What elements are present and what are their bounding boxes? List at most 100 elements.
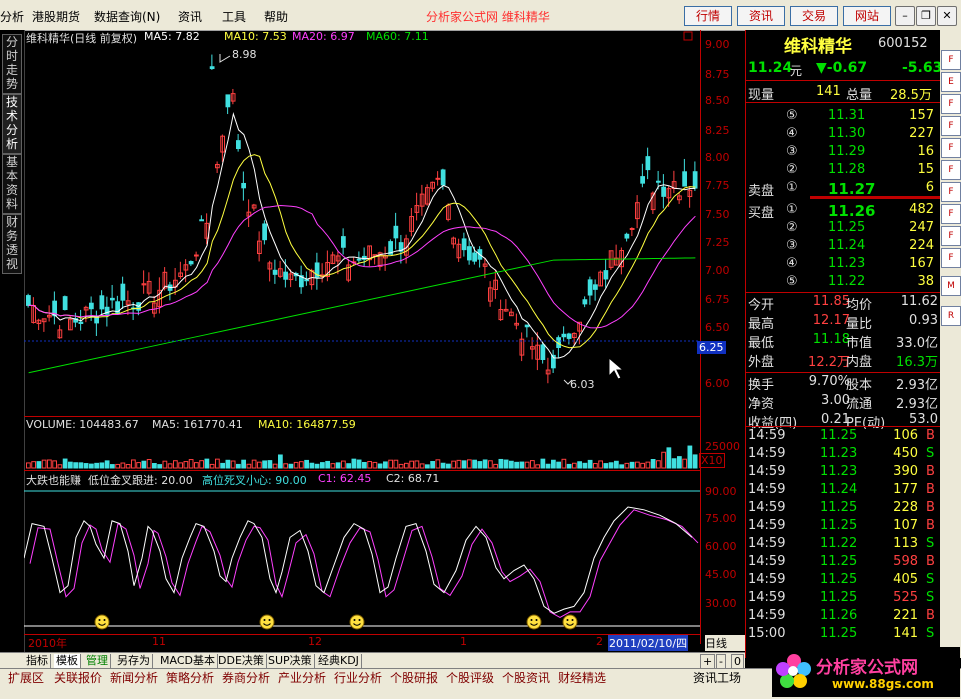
volume-bar: [110, 464, 115, 469]
stat-value: 2.93亿: [896, 397, 938, 412]
volume-bar: [41, 459, 47, 469]
status-tab[interactable]: 扩展区: [8, 671, 44, 685]
tool-icon[interactable]: M: [941, 276, 961, 296]
menu-hk-futures[interactable]: 港股期货: [32, 8, 80, 25]
tab-macd[interactable]: MACD基本: [158, 654, 218, 668]
status-tab[interactable]: 财经精选: [558, 671, 606, 685]
tool-icon[interactable]: F: [941, 94, 961, 114]
status-tab[interactable]: 个股研报: [390, 671, 438, 685]
stat-value: 3.00: [821, 393, 850, 408]
volume-bar: [367, 461, 372, 469]
kline-chart-area[interactable]: 维科精华(日线 前复权) MA5: 7.82 MA10: 7.53 MA20: …: [24, 30, 700, 651]
candle-body: [272, 269, 278, 275]
tool-icon[interactable]: R: [941, 306, 961, 326]
tick-row[interactable]: 14:59 11.25 107 B: [746, 518, 940, 536]
tool-icon[interactable]: F: [941, 50, 961, 70]
tab-template[interactable]: 模板: [54, 654, 81, 668]
close-icon[interactable]: ✕: [937, 6, 957, 26]
tick-price: 11.24: [820, 482, 858, 497]
tab-save-as[interactable]: 另存为: [115, 654, 153, 668]
buy-volume: 224: [909, 238, 934, 253]
status-tab[interactable]: 关联报价: [54, 671, 102, 685]
tab-technical[interactable]: 技术分析: [2, 94, 22, 154]
tab-sup[interactable]: SUP决策: [266, 654, 315, 668]
tab-dde[interactable]: DDE决策: [216, 654, 267, 668]
tick-row[interactable]: 14:59 11.25 405 S: [746, 572, 940, 590]
tab-manage[interactable]: 管理: [84, 654, 111, 668]
status-tab[interactable]: 个股评级: [446, 671, 494, 685]
stat-label: 市值: [846, 336, 873, 351]
status-tab[interactable]: 券商分析: [222, 671, 270, 685]
stats-row: 外盘 12.2万 内盘 16.3万: [746, 351, 940, 370]
period-label[interactable]: 日线: [705, 635, 745, 651]
tool-icon[interactable]: F: [941, 226, 961, 246]
stats-row: 换手 9.70% 股本 2.93亿: [746, 374, 940, 393]
volume-bar: [167, 463, 173, 469]
tick-row[interactable]: 14:59 11.25 525 S: [746, 590, 940, 608]
volume-bar: [530, 460, 535, 469]
tool-icon[interactable]: F: [941, 160, 961, 180]
tick-row[interactable]: 14:59 11.25 598 B: [746, 554, 940, 572]
kline-chart-svg[interactable]: [24, 30, 700, 644]
volume-bar: [509, 460, 514, 469]
tick-row[interactable]: 14:59 11.24 177 B: [746, 482, 940, 500]
status-tab[interactable]: 个股资讯: [502, 671, 550, 685]
volume-bar: [456, 459, 462, 469]
order-book-sell-row: ④ 11.30 227: [746, 126, 940, 144]
tool-icon[interactable]: F: [941, 138, 961, 158]
volume-bar: [251, 459, 257, 469]
menu-data-query[interactable]: 数据查询(N): [94, 8, 160, 25]
tab-indicator[interactable]: 指标: [24, 654, 51, 668]
volume-bar: [236, 463, 241, 469]
minimize-icon[interactable]: –: [895, 6, 915, 26]
menu-tools[interactable]: 工具: [222, 8, 246, 25]
trade-button[interactable]: 交易: [790, 6, 838, 26]
status-tab[interactable]: 新闻分析: [110, 671, 158, 685]
status-tab[interactable]: 行业分析: [334, 671, 382, 685]
status-tab[interactable]: 产业分析: [278, 671, 326, 685]
tick-row[interactable]: 14:59 11.23 450 S: [746, 446, 940, 464]
tick-row[interactable]: 14:59 11.22 113 S: [746, 536, 940, 554]
news-button[interactable]: 资讯: [737, 6, 785, 26]
tab-financials[interactable]: 财务透视: [2, 214, 22, 274]
tick-row[interactable]: 14:59 11.25 106 B: [746, 428, 940, 446]
volume-bar: [656, 460, 661, 469]
tick-side: B: [926, 428, 935, 443]
volume-bar: [598, 460, 603, 469]
tick-row[interactable]: 15:00 11.25 141 S: [746, 626, 940, 644]
tab-intraday[interactable]: 分时走势: [2, 34, 22, 94]
volume-bar: [446, 463, 451, 469]
volume-bar: [152, 463, 157, 469]
tick-row[interactable]: 14:59 11.23 390 B: [746, 464, 940, 482]
ma60-line: [28, 257, 696, 374]
tick-time: 14:59: [748, 554, 786, 569]
menu-news[interactable]: 资讯: [178, 8, 202, 25]
website-button[interactable]: 网站: [843, 6, 891, 26]
volume-bar: [461, 460, 467, 469]
buy-price: 11.26: [828, 202, 876, 220]
tool-icon[interactable]: E: [941, 72, 961, 92]
status-right[interactable]: 资讯工场: [693, 671, 741, 685]
ticks-divider: [746, 426, 940, 427]
tool-icon[interactable]: F: [941, 182, 961, 202]
restore-icon[interactable]: ❐: [916, 6, 936, 26]
tick-row[interactable]: 14:59 11.25 228 B: [746, 500, 940, 518]
volume-bar: [383, 461, 388, 469]
tick-side: S: [926, 626, 935, 641]
menu-help[interactable]: 帮助: [264, 8, 288, 25]
volume-bar: [83, 463, 89, 469]
tab-fundamentals[interactable]: 基本资料: [2, 154, 22, 214]
tick-volume: 405: [893, 572, 918, 587]
quote-button[interactable]: 行情: [684, 6, 732, 26]
tool-icon[interactable]: F: [941, 116, 961, 136]
status-tab[interactable]: 策略分析: [166, 671, 214, 685]
stat-label: 均价: [846, 298, 873, 313]
tick-row[interactable]: 14:59 11.26 221 B: [746, 608, 940, 626]
menu-analysis[interactable]: 分析: [0, 8, 24, 25]
volume-bar: [430, 461, 435, 469]
tab-kdj[interactable]: 经典KDJ: [316, 654, 362, 668]
sell-price: 11.29: [828, 144, 866, 159]
tool-icon[interactable]: F: [941, 248, 961, 268]
candle-body: [393, 225, 399, 239]
tool-icon[interactable]: F: [941, 204, 961, 224]
